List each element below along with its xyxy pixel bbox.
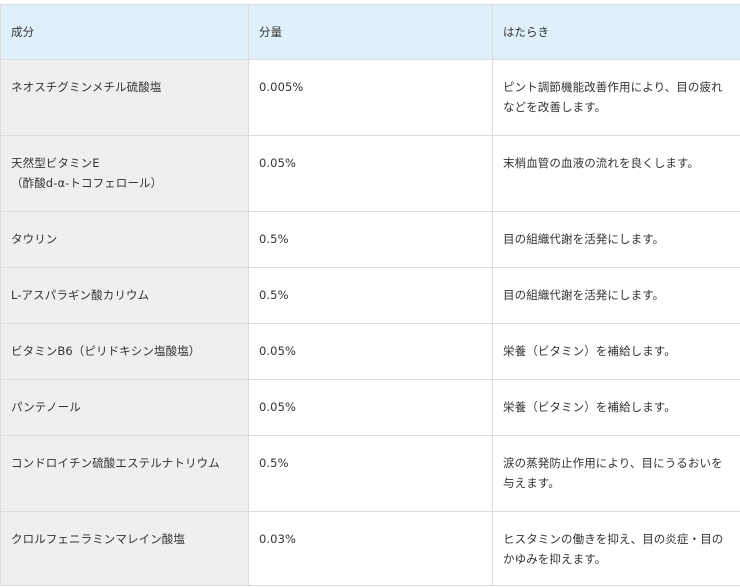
ingredient-effect: 栄養（ビタミン）を補給します。 xyxy=(492,323,740,380)
ingredient-name: ビタミンB6（ピリドキシン塩酸塩） xyxy=(0,323,249,380)
table-row: L-アスパラギン酸カリウム 0.5% 目の組織代謝を活発にします。 xyxy=(0,267,740,324)
ingredient-amount: 0.05% xyxy=(248,135,493,212)
ingredient-amount: 0.5% xyxy=(248,267,493,324)
ingredient-amount: 0.5% xyxy=(248,211,493,268)
table-row: パンテノール 0.05% 栄養（ビタミン）を補給します。 xyxy=(0,379,740,436)
table-row: クロルフェニラミンマレイン酸塩 0.03% ヒスタミンの働きを抑え、目の炎症・目… xyxy=(0,511,740,586)
ingredient-name: パンテノール xyxy=(0,379,249,436)
ingredient-name: クロルフェニラミンマレイン酸塩 xyxy=(0,511,249,586)
header-row: 成分 分量 はたらき xyxy=(0,4,740,60)
ingredient-effect: 末梢血管の血液の流れを良くします。 xyxy=(492,135,740,212)
ingredient-effect: 栄養（ビタミン）を補給します。 xyxy=(492,379,740,436)
table-row: 天然型ビタミンE （酢酸d-α-トコフェロール） 0.05% 末梢血管の血液の流… xyxy=(0,135,740,212)
ingredient-amount: 0.5% xyxy=(248,435,493,512)
ingredient-name: ネオスチグミンメチル硫酸塩 xyxy=(0,59,249,136)
table-header: 成分 分量 はたらき xyxy=(0,4,740,60)
table-row: ビタミンB6（ピリドキシン塩酸塩） 0.05% 栄養（ビタミン）を補給します。 xyxy=(0,323,740,380)
table-body: ネオスチグミンメチル硫酸塩 0.005% ピント調節機能改善作用により、目の疲れ… xyxy=(0,59,740,586)
table-row: コンドロイチン硫酸エステルナトリウム 0.5% 涙の蒸発防止作用により、目にうる… xyxy=(0,435,740,512)
ingredient-amount: 0.005% xyxy=(248,59,493,136)
ingredient-name: L-アスパラギン酸カリウム xyxy=(0,267,249,324)
ingredient-name: コンドロイチン硫酸エステルナトリウム xyxy=(0,435,249,512)
table-row: ネオスチグミンメチル硫酸塩 0.005% ピント調節機能改善作用により、目の疲れ… xyxy=(0,59,740,136)
ingredient-effect: 目の組織代謝を活発にします。 xyxy=(492,267,740,324)
ingredient-name: タウリン xyxy=(0,211,249,268)
header-ingredient: 成分 xyxy=(0,4,249,60)
ingredient-name: 天然型ビタミンE （酢酸d-α-トコフェロール） xyxy=(0,135,249,212)
ingredient-amount: 0.05% xyxy=(248,379,493,436)
table-row: タウリン 0.5% 目の組織代謝を活発にします。 xyxy=(0,211,740,268)
ingredient-amount: 0.03% xyxy=(248,511,493,586)
header-effect: はたらき xyxy=(492,4,740,60)
ingredient-effect: ピント調節機能改善作用により、目の疲れ などを改善します。 xyxy=(492,59,740,136)
ingredient-amount: 0.05% xyxy=(248,323,493,380)
header-amount: 分量 xyxy=(248,4,493,60)
ingredient-effect: 涙の蒸発防止作用により、目にうるおいを 与えます。 xyxy=(492,435,740,512)
ingredient-effect: 目の組織代謝を活発にします。 xyxy=(492,211,740,268)
ingredient-effect: ヒスタミンの働きを抑え、目の炎症・目の かゆみを抑えます。 xyxy=(492,511,740,586)
ingredients-table: 成分 分量 はたらき ネオスチグミンメチル硫酸塩 0.005% ピント調節機能改… xyxy=(0,4,740,586)
